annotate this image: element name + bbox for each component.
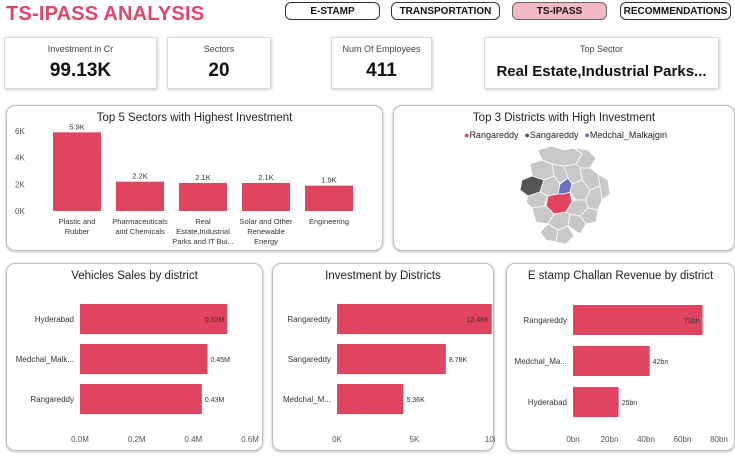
legend-item-medchal: ●Medchal_Malkajgiri xyxy=(584,130,666,142)
chart-top-sectors: 0K 2K 4K 6K 5.9K Plastic andRubber 2.2K Pharmac… xyxy=(15,122,353,246)
nav-button-transportation[interactable]: TRANSPORTATION xyxy=(391,2,500,20)
y-tick-label: 0K xyxy=(15,207,25,216)
panel-vehicles-sales: Vehicles Sales by district Hyderabad 0.52… xyxy=(6,263,263,451)
x-tick-label: 5K xyxy=(410,435,420,444)
page-title: TS-IPASS ANALYSIS xyxy=(6,3,205,25)
data-label: 0.52M xyxy=(205,317,225,324)
nav-button-e-stamp[interactable]: E-STAMP xyxy=(285,2,380,20)
data-label: 42bn xyxy=(653,359,669,366)
x-tick-label: Plastic and xyxy=(59,217,96,226)
chart-estamp-revenue: Rangareddy 71bn Medchal_Ma... 42bn Hyderabad… xyxy=(515,305,728,444)
legend-label: Sangareddy xyxy=(529,130,579,140)
data-label: 71bn xyxy=(684,318,700,325)
y-tick-label: 4K xyxy=(15,154,25,163)
x-tick-label: 0.6M xyxy=(241,435,259,444)
y-tick-label: 2K xyxy=(15,180,25,189)
kpi-label: Num Of Employees xyxy=(342,44,421,54)
legend-item-sangareddy: ●Sangareddy xyxy=(524,130,578,142)
kpi-value: 99.13K xyxy=(49,60,112,81)
kpi-card-top-sector: Top Sector Real Estate,Industrial Parks.… xyxy=(484,37,719,89)
y-tick-label: Rangareddy xyxy=(287,315,331,324)
x-tick-label: 0.2M xyxy=(128,435,146,444)
kpi-card-investment: Investment in Cr 99.13K xyxy=(4,37,157,89)
y-tick-label: Hyderabad xyxy=(528,398,567,407)
x-tick-label: Real xyxy=(195,217,211,226)
data-label: 8.78K xyxy=(449,357,468,364)
x-tick-label: Pharmaceuticals xyxy=(112,217,168,226)
x-tick-label: 60bn xyxy=(674,435,692,444)
x-tick-label: 40bn xyxy=(637,435,655,444)
y-tick-label: Medchal_M... xyxy=(283,395,331,404)
x-tick-label: Solar and Other xyxy=(240,217,293,226)
x-tick-label: Parks and IT Bui... xyxy=(172,237,234,246)
x-tick-label: 10K xyxy=(485,435,495,444)
bar xyxy=(80,384,202,414)
data-label: 0.45M xyxy=(211,357,231,364)
panel-map-districts: Top 3 Districts with High Investment ●Ra… xyxy=(393,105,735,251)
x-tick-label: Rubber xyxy=(65,227,90,236)
kpi-value: 411 xyxy=(366,60,397,81)
x-tick-label: Estate,Industrial xyxy=(176,227,230,236)
legend-item-rangareddy: ●Rangareddy xyxy=(464,130,518,142)
x-tick-label: 80bn xyxy=(710,435,728,444)
bar xyxy=(179,183,227,211)
bar xyxy=(337,384,404,414)
chart-title: Top 3 Districts with High Investment xyxy=(472,112,656,124)
y-tick-label: Hyderabad xyxy=(35,315,74,324)
x-tick-label: 0.4M xyxy=(184,435,202,444)
kpi-card-employees: Num Of Employees 411 xyxy=(331,37,432,89)
x-tick-label: 0bn xyxy=(566,435,579,444)
kpi-label: Sectors xyxy=(203,44,235,54)
panel-top-sectors: Top 5 Sectors with Highest Investment 0K… xyxy=(6,105,383,251)
y-tick-label: Rangareddy xyxy=(523,316,567,325)
nav-button-ts-ipass[interactable]: TS-IPASS xyxy=(512,2,607,20)
bar xyxy=(337,344,446,374)
bar xyxy=(116,181,164,211)
bar xyxy=(305,185,353,211)
data-label: 0.43M xyxy=(205,397,225,404)
x-tick-label: and Chemicals xyxy=(115,227,165,236)
nav-button-recommendations[interactable]: RECOMMENDATIONS xyxy=(620,2,731,20)
data-label: 2.1K xyxy=(195,173,210,182)
data-label: 12.48K xyxy=(467,317,490,324)
kpi-value: 20 xyxy=(208,60,230,81)
y-tick-label: Medchal_Ma... xyxy=(515,357,567,366)
x-tick-label: Engineering xyxy=(309,217,349,226)
bar xyxy=(53,132,101,211)
map-legend: ●Rangareddy ●Sangareddy ●Medchal_Malkajg… xyxy=(464,130,734,142)
data-label: 5.9K xyxy=(69,122,84,131)
panel-estamp-revenue: E stamp Challan Revenue by district Rang… xyxy=(506,263,735,451)
y-tick-label: Medchal_Malk... xyxy=(16,355,74,364)
panel-investment-districts: Investment by Districts Rangareddy 12.48K… xyxy=(272,263,495,451)
telangana-map[interactable] xyxy=(518,144,613,246)
bar xyxy=(573,346,650,376)
legend-label: Medchal_Malkajgiri xyxy=(589,130,667,140)
bar xyxy=(80,344,208,374)
bar xyxy=(573,387,619,417)
y-tick-label: Sangareddy xyxy=(288,355,331,364)
kpi-label: Investment in Cr xyxy=(47,44,114,54)
bar xyxy=(242,183,290,211)
data-label: 2.2K xyxy=(132,172,147,181)
data-label: 1.9K xyxy=(321,176,336,185)
x-tick-label: 0K xyxy=(332,435,342,444)
kpi-label: Top Sector xyxy=(579,44,624,54)
data-label: 5.36K xyxy=(406,397,425,404)
kpi-card-sectors: Sectors 20 xyxy=(167,37,271,89)
legend-label: Rangareddy xyxy=(469,130,519,140)
x-tick-label: 0.0M xyxy=(71,435,89,444)
x-tick-label: Energy xyxy=(254,237,278,246)
chart-investment-districts: Rangareddy 12.48K Sangareddy 8.78K Medchal_M… xyxy=(283,304,495,444)
x-tick-label: Renewable xyxy=(247,227,285,236)
y-tick-label: Rangareddy xyxy=(30,395,74,404)
x-tick-label: 20bn xyxy=(601,435,619,444)
kpi-value: Real Estate,Industrial Parks... xyxy=(496,63,707,80)
y-tick-label: 6K xyxy=(15,127,25,136)
chart-vehicles-sales: Hyderabad 0.52M Medchal_Malk... 0.45M Rangar… xyxy=(16,304,259,444)
data-label: 2.1K xyxy=(258,173,273,182)
data-label: 25bn xyxy=(622,400,638,407)
